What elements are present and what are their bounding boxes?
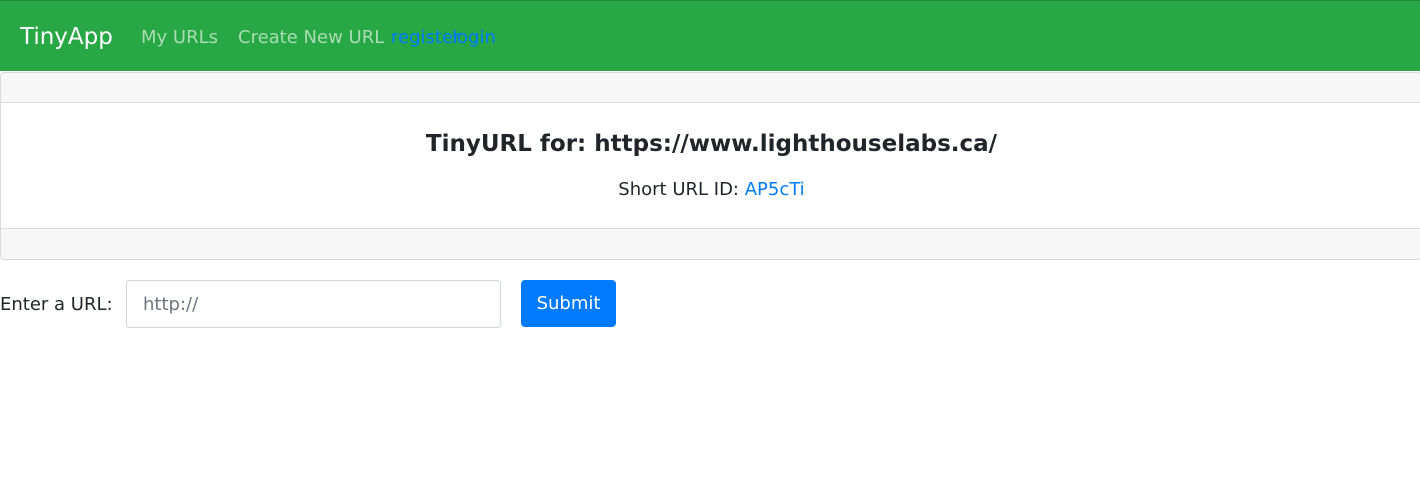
submit-button[interactable]: Submit bbox=[521, 280, 616, 327]
url-card: TinyURL for: https://www.lighthouselabs.… bbox=[0, 72, 1420, 260]
nav-link-register[interactable]: register bbox=[391, 27, 460, 49]
nav-link-create-new-url[interactable]: Create New URL bbox=[238, 27, 384, 49]
brand-link[interactable]: TinyApp bbox=[20, 22, 113, 52]
nav-link-login[interactable]: login bbox=[452, 27, 496, 49]
short-url-text: Short URL ID: AP5cTi bbox=[1, 179, 1420, 201]
card-footer bbox=[1, 228, 1420, 259]
nav-link-my-urls[interactable]: My URLs bbox=[141, 27, 218, 49]
short-url-link[interactable]: AP5cTi bbox=[745, 179, 805, 200]
url-input-label: Enter a URL: bbox=[0, 294, 113, 315]
short-url-label: Short URL ID: bbox=[618, 179, 745, 200]
url-input[interactable] bbox=[126, 280, 501, 328]
navbar: TinyApp My URLs Create New URL register … bbox=[0, 0, 1420, 71]
card-title: TinyURL for: https://www.lighthouselabs.… bbox=[425, 131, 998, 157]
card-header bbox=[1, 73, 1420, 103]
